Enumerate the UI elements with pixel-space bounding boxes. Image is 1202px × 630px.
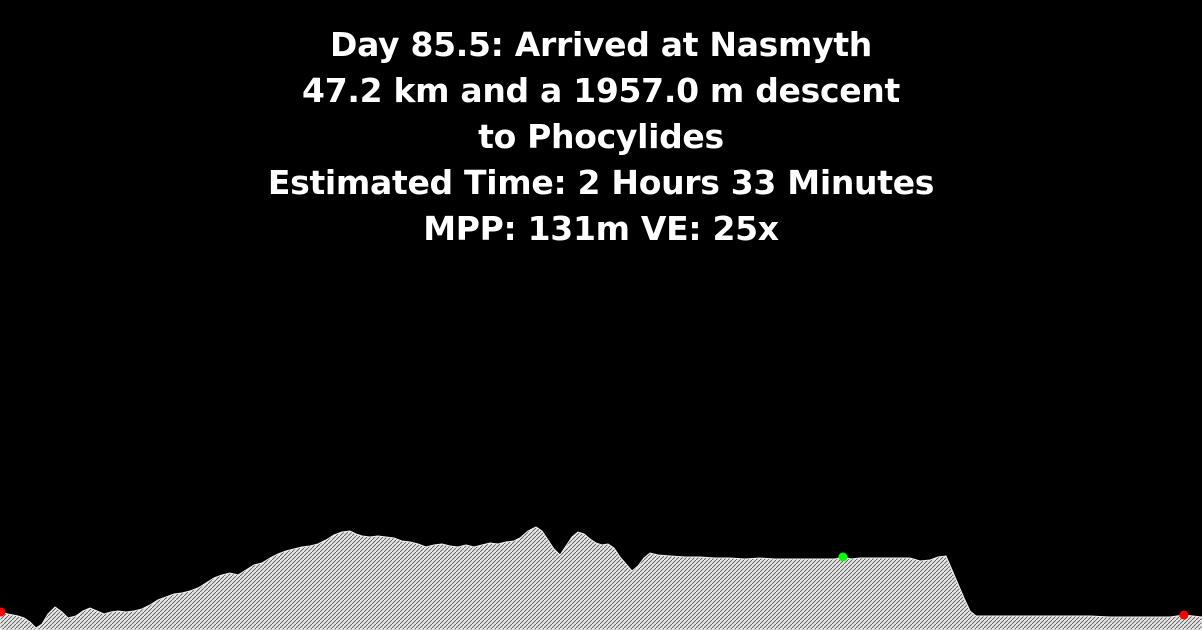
elevation-profile xyxy=(0,526,1202,630)
route-profile-view: Day 85.5: Arrived at Nasmyth 47.2 km and… xyxy=(0,0,1202,630)
current-position-marker xyxy=(838,552,848,562)
end-point-marker xyxy=(1179,610,1189,620)
terrain-profile-area xyxy=(0,526,1202,630)
